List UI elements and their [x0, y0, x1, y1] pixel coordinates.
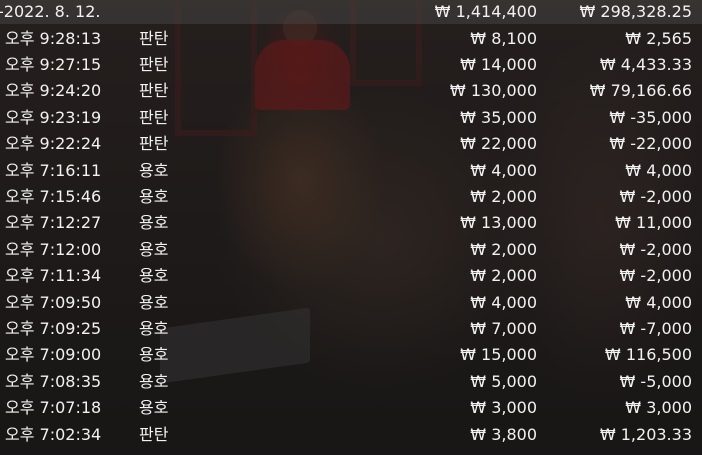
row-bet: ₩ 13,000: [460, 213, 537, 232]
row-win: ₩ 3,000: [625, 398, 692, 417]
row-win: ₩ -2,000: [619, 240, 692, 259]
history-row[interactable]: 오후 9:27:15 판탄 ₩ 14,000 ₩ 4,433.33: [0, 53, 702, 77]
row-bet: ₩ 7,000: [470, 319, 537, 338]
row-win: ₩ 1,203.33: [599, 425, 692, 444]
row-win: ₩ -22,000: [609, 134, 692, 153]
history-row[interactable]: 오후 7:02:34 판탄 ₩ 3,800 ₩ 1,203.33: [0, 423, 702, 447]
row-time: 오후 9:27:15: [5, 55, 102, 74]
row-win: ₩ -35,000: [609, 108, 692, 127]
history-row[interactable]: 오후 7:11:34 용호 ₩ 2,000 ₩ -2,000: [0, 264, 702, 288]
row-bet: ₩ 130,000: [449, 81, 537, 100]
row-game: 용호: [139, 372, 169, 391]
row-win: ₩ 2,565: [625, 29, 692, 48]
history-row[interactable]: 오후 7:15:46 용호 ₩ 2,000 ₩ -2,000: [0, 185, 702, 209]
row-bet: ₩ 4,000: [470, 161, 537, 180]
row-time: 오후 7:08:35: [5, 372, 102, 391]
row-time: 오후 7:09:00: [5, 345, 102, 364]
row-time: 오후 7:11:34: [5, 266, 102, 285]
history-row[interactable]: 오후 7:07:18 용호 ₩ 3,000 ₩ 3,000: [0, 396, 702, 420]
row-time: 오후 9:24:20: [5, 81, 102, 100]
row-game: 판탄: [139, 425, 169, 444]
row-time: 오후 7:07:18: [5, 398, 102, 417]
row-bet: ₩ 2,000: [470, 240, 537, 259]
row-time: 오후 7:09:25: [5, 319, 102, 338]
row-time: 오후 7:02:34: [5, 425, 102, 444]
history-row[interactable]: 오후 7:09:25 용호 ₩ 7,000 ₩ -7,000: [0, 317, 702, 341]
history-row[interactable]: 오후 7:12:27 용호 ₩ 13,000 ₩ 11,000: [0, 211, 702, 235]
row-game: 판탄: [139, 134, 169, 153]
row-bet: ₩ 2,000: [470, 187, 537, 206]
row-bet: ₩ 22,000: [460, 134, 537, 153]
row-win: ₩ -2,000: [619, 266, 692, 285]
row-game: 판탄: [139, 108, 169, 127]
row-win: ₩ 4,000: [625, 293, 692, 312]
row-game: 용호: [139, 319, 169, 338]
row-bet: ₩ 3,000: [470, 398, 537, 417]
row-time: 오후 7:15:46: [5, 187, 102, 206]
row-time: 오후 9:22:24: [5, 134, 102, 153]
row-game: 용호: [139, 240, 169, 259]
row-win: ₩ -7,000: [619, 319, 692, 338]
date-label: -2022. 8. 12.: [0, 2, 101, 21]
row-time: 오후 9:28:13: [5, 29, 102, 48]
row-win: ₩ 79,166.66: [589, 81, 692, 100]
row-time: 오후 7:12:27: [5, 213, 102, 232]
row-bet: ₩ 3,800: [470, 425, 537, 444]
row-win: ₩ -2,000: [619, 187, 692, 206]
row-game: 판탄: [139, 55, 169, 74]
history-row[interactable]: 오후 9:22:24 판탄 ₩ 22,000 ₩ -22,000: [0, 132, 702, 156]
row-bet: ₩ 8,100: [470, 29, 537, 48]
row-time: 오후 7:09:50: [5, 293, 102, 312]
row-bet: ₩ 35,000: [460, 108, 537, 127]
history-row[interactable]: 오후 7:12:00 용호 ₩ 2,000 ₩ -2,000: [0, 238, 702, 262]
row-game: 용호: [139, 266, 169, 285]
history-row[interactable]: 오후 9:24:20 판탄 ₩ 130,000 ₩ 79,166.66: [0, 79, 702, 103]
row-time: 오후 7:12:00: [5, 240, 102, 259]
row-time: 오후 7:16:11: [5, 161, 102, 180]
row-win: ₩ 4,000: [625, 161, 692, 180]
history-row[interactable]: 오후 7:08:35 용호 ₩ 5,000 ₩ -5,000: [0, 370, 702, 394]
total-bet-amount: ₩ 1,414,400: [434, 2, 537, 21]
row-bet: ₩ 2,000: [470, 266, 537, 285]
row-game: 용호: [139, 293, 169, 312]
row-bet: ₩ 4,000: [470, 293, 537, 312]
row-bet: ₩ 5,000: [470, 372, 537, 391]
row-game: 용호: [139, 161, 169, 180]
bet-history-list: -2022. 8. 12. ₩ 1,414,400 ₩ 298,328.25 오…: [0, 0, 702, 455]
row-win: ₩ 11,000: [615, 213, 692, 232]
row-bet: ₩ 14,000: [460, 55, 537, 74]
row-win: ₩ -5,000: [619, 372, 692, 391]
row-game: 판탄: [139, 29, 169, 48]
history-row[interactable]: 오후 9:23:19 판탄 ₩ 35,000 ₩ -35,000: [0, 106, 702, 130]
row-game: 용호: [139, 345, 169, 364]
row-bet: ₩ 15,000: [460, 345, 537, 364]
date-summary-row[interactable]: -2022. 8. 12. ₩ 1,414,400 ₩ 298,328.25: [0, 0, 702, 24]
history-row[interactable]: 오후 7:09:50 용호 ₩ 4,000 ₩ 4,000: [0, 291, 702, 315]
row-win: ₩ 116,500: [604, 345, 692, 364]
row-game: 용호: [139, 398, 169, 417]
row-time: 오후 9:23:19: [5, 108, 102, 127]
history-row[interactable]: 오후 9:28:13 판탄 ₩ 8,100 ₩ 2,565: [0, 27, 702, 51]
row-game: 용호: [139, 187, 169, 206]
row-game: 판탄: [139, 81, 169, 100]
history-row[interactable]: 오후 7:09:00 용호 ₩ 15,000 ₩ 116,500: [0, 343, 702, 367]
row-win: ₩ 4,433.33: [599, 55, 692, 74]
row-game: 용호: [139, 213, 169, 232]
history-row[interactable]: 오후 7:16:11 용호 ₩ 4,000 ₩ 4,000: [0, 159, 702, 183]
total-win-amount: ₩ 298,328.25: [579, 2, 692, 21]
